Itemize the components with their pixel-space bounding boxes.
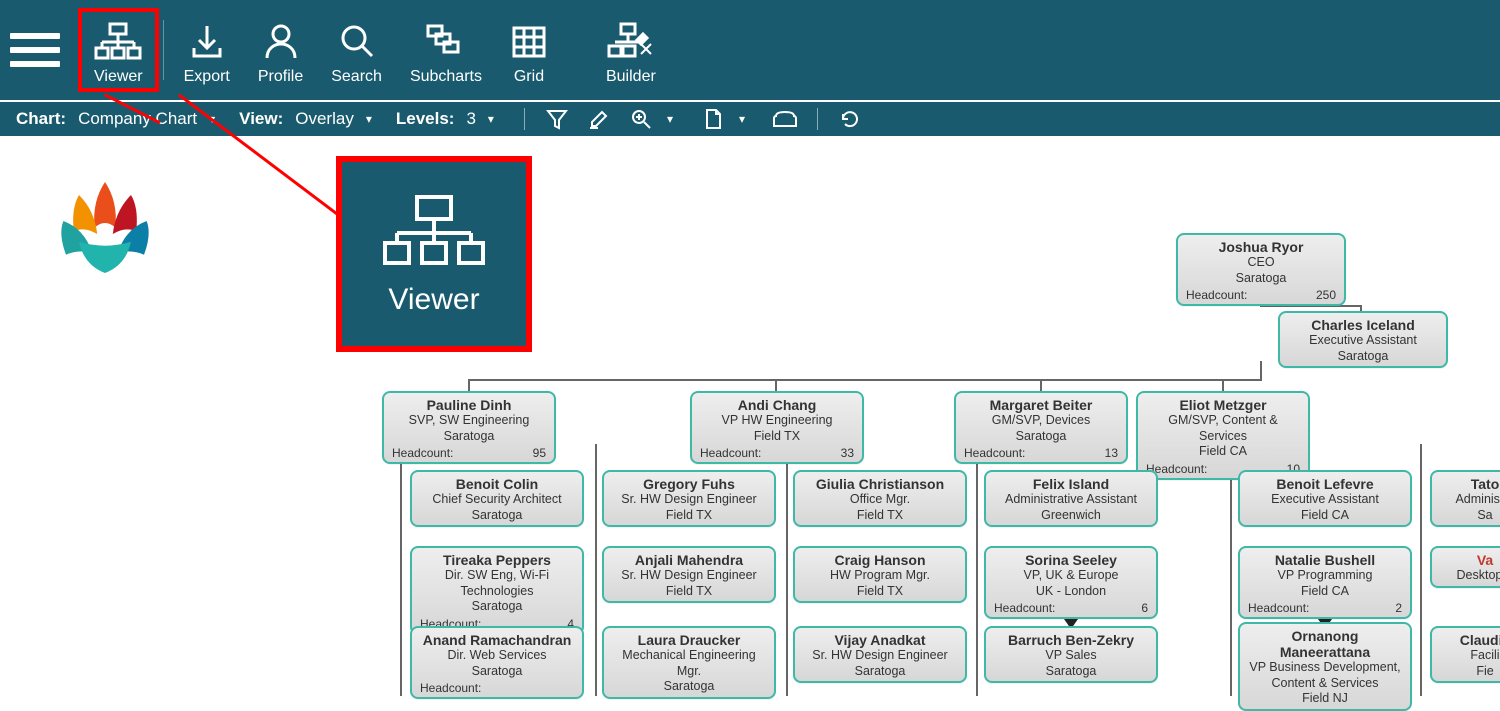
chevron-down-icon[interactable]: ▾	[488, 112, 494, 126]
org-node[interactable]: Claudia Facili Fie	[1430, 626, 1500, 683]
org-node[interactable]: Anjali Mahendra Sr. HW Design Engineer F…	[602, 546, 776, 603]
org-node[interactable]: Andi Chang VP HW Engineering Field TX He…	[690, 391, 864, 464]
refresh-button[interactable]	[834, 107, 866, 131]
company-logo	[40, 156, 170, 291]
org-node[interactable]: Giulia Christianson Office Mgr. Field TX	[793, 470, 967, 527]
org-node[interactable]: Gregory Fuhs Sr. HW Design Engineer Fiel…	[602, 470, 776, 527]
org-node[interactable]: Joshua Ryor CEO Saratoga Headcount:250	[1176, 233, 1346, 306]
highlight-button[interactable]	[583, 107, 615, 131]
search-icon	[338, 20, 376, 64]
grid-icon	[510, 20, 548, 64]
org-node[interactable]: Laura Draucker Mechanical Engineering Mg…	[602, 626, 776, 699]
view-selector[interactable]: Overlay	[295, 109, 354, 129]
org-node[interactable]: Pauline Dinh SVP, SW Engineering Saratog…	[382, 391, 556, 464]
levels-selector[interactable]: 3	[466, 109, 475, 129]
viewer-callout: Viewer	[336, 156, 532, 352]
callout-label: Viewer	[388, 283, 479, 317]
separator	[524, 108, 525, 130]
org-node[interactable]: Tireaka Peppers Dir. SW Eng, Wi-Fi Techn…	[410, 546, 584, 635]
builder-button[interactable]: Builder	[592, 10, 670, 90]
builder-icon	[607, 20, 655, 64]
viewer-label: Viewer	[94, 68, 143, 86]
org-node[interactable]: Barruch Ben-Zekry VP Sales Saratoga	[984, 626, 1158, 683]
org-node[interactable]: Margaret Beiter GM/SVP, Devices Saratoga…	[954, 391, 1128, 464]
org-chart-icon	[379, 191, 489, 271]
org-chart-icon	[94, 20, 142, 64]
search-button[interactable]: Search	[317, 10, 396, 90]
separator	[817, 108, 818, 130]
profile-button[interactable]: Profile	[244, 10, 317, 90]
org-node[interactable]: Eliot Metzger GM/SVP, Content & Services…	[1136, 391, 1310, 480]
org-node[interactable]: Craig Hanson HW Program Mgr. Field TX	[793, 546, 967, 603]
download-icon	[188, 20, 226, 64]
org-node[interactable]: Anand Ramachandran Dir. Web Services Sar…	[410, 626, 584, 699]
view-label: View:	[239, 109, 283, 129]
chart-label: Chart:	[16, 109, 66, 129]
menu-button[interactable]	[10, 25, 60, 75]
org-node[interactable]: Benoit Lefevre Executive Assistant Field…	[1238, 470, 1412, 527]
person-icon	[262, 20, 300, 64]
viewer-button[interactable]: Viewer	[80, 10, 157, 90]
page-button[interactable]	[697, 107, 729, 131]
org-node[interactable]: Va Desktop A	[1430, 546, 1500, 588]
separator	[163, 20, 164, 80]
subcharts-button[interactable]: Subcharts	[396, 10, 496, 90]
chevron-down-icon[interactable]: ▾	[209, 112, 215, 126]
org-node[interactable]: Tato Administra Sa	[1430, 470, 1500, 527]
grid-button[interactable]: Grid	[496, 10, 562, 90]
levels-label: Levels:	[396, 109, 455, 129]
subcharts-icon	[424, 20, 468, 64]
chevron-down-icon[interactable]: ▾	[366, 112, 372, 126]
zoom-button[interactable]	[625, 107, 657, 131]
org-node[interactable]: Sorina Seeley VP, UK & Europe UK - Londo…	[984, 546, 1158, 619]
export-button[interactable]: Export	[170, 10, 244, 90]
chevron-down-icon[interactable]: ▾	[739, 112, 745, 126]
chart-selector[interactable]: Company Chart	[78, 109, 197, 129]
bread-button[interactable]	[769, 107, 801, 131]
org-node[interactable]: Charles Iceland Executive Assistant Sara…	[1278, 311, 1448, 368]
sub-toolbar: Chart: Company Chart ▾ View: Overlay ▾ L…	[0, 100, 1500, 136]
top-toolbar: Viewer Export Profile Search Subcharts G…	[0, 0, 1500, 100]
chevron-down-icon[interactable]: ▾	[667, 112, 673, 126]
org-node[interactable]: Benoit Colin Chief Security Architect Sa…	[410, 470, 584, 527]
chart-canvas[interactable]: Viewer Joshua Ryor CEO Saratoga Headcoun…	[0, 136, 1500, 696]
filter-button[interactable]	[541, 107, 573, 131]
org-node[interactable]: Felix Island Administrative Assistant Gr…	[984, 470, 1158, 527]
org-node[interactable]: Vijay Anadkat Sr. HW Design Engineer Sar…	[793, 626, 967, 683]
org-node[interactable]: Natalie Bushell VP Programming Field CA …	[1238, 546, 1412, 619]
org-node[interactable]: Ornanong Maneerattana VP Business Develo…	[1238, 622, 1412, 711]
